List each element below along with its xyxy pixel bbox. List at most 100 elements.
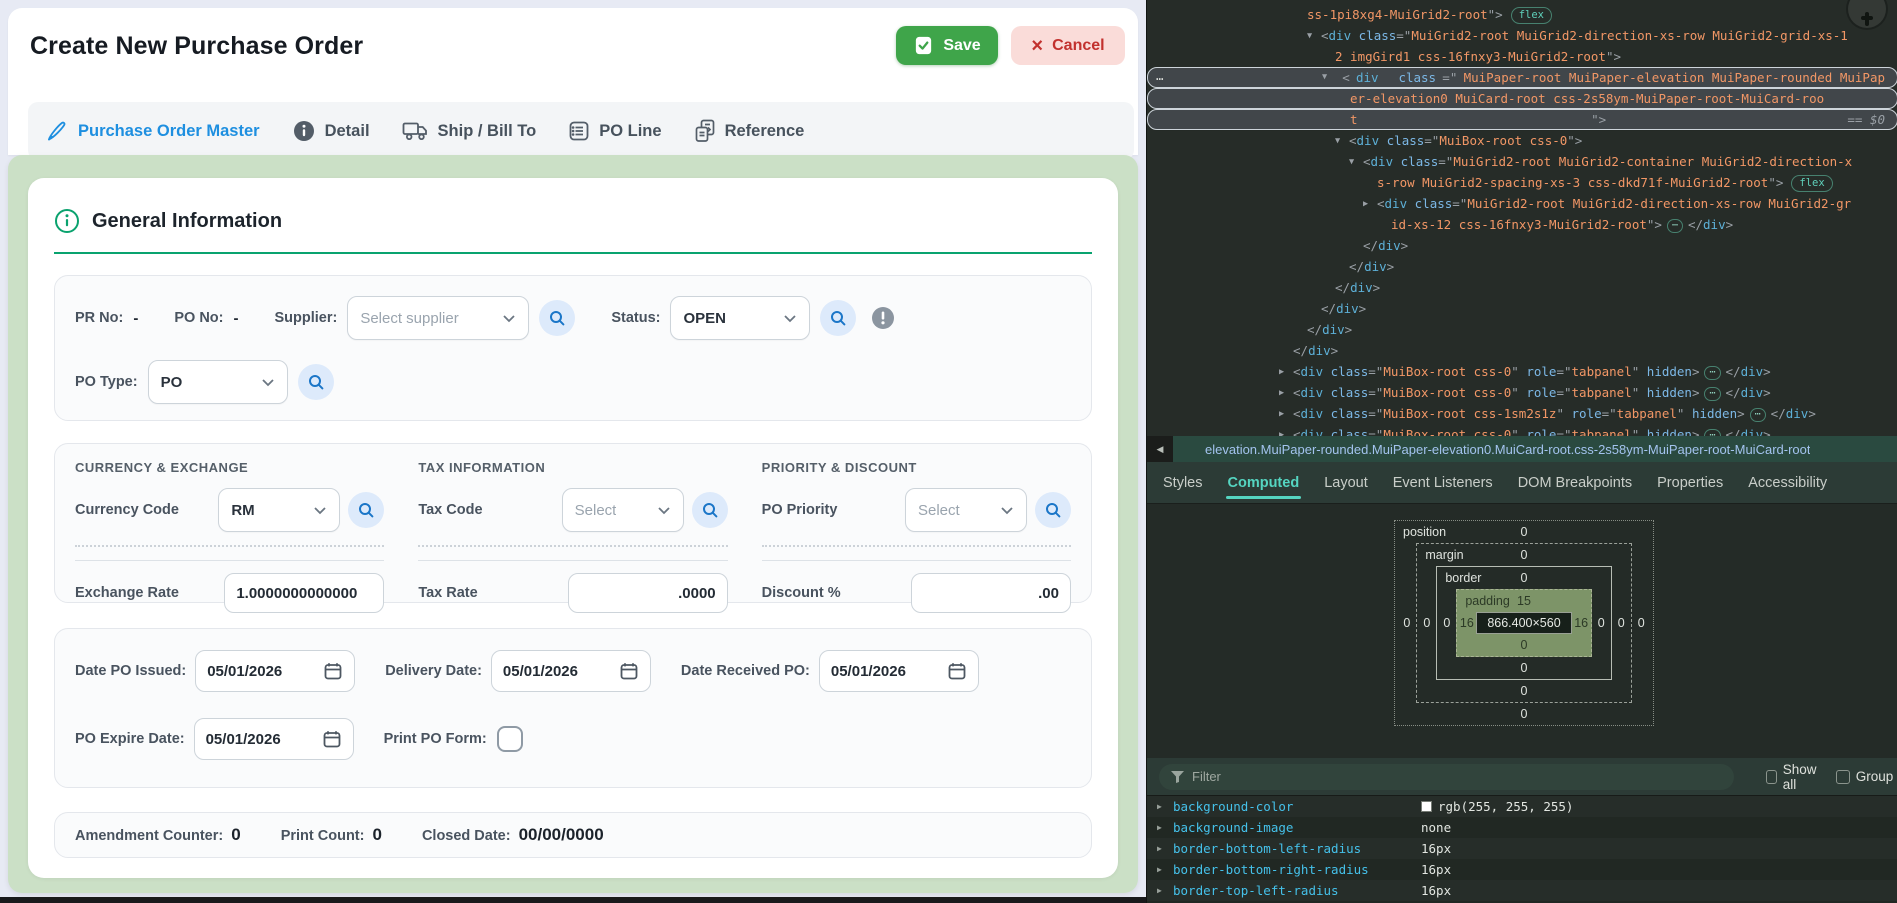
tax-code-search-button[interactable] <box>692 492 728 528</box>
currency-code-select[interactable]: RM <box>218 488 340 532</box>
disclosure-arrow-icon[interactable]: ▶ <box>1157 844 1173 853</box>
dom-tree-row[interactable]: 2 imgGird1 css-16fnxy3-MuiGrid2-root"> <box>1147 46 1897 67</box>
exchange-rate-input[interactable]: 1.0000000000000 <box>224 573 384 613</box>
dom-tree-row[interactable]: ss-1pi8xg4-MuiGrid2-root">flex <box>1147 4 1897 25</box>
dotted-divider <box>75 545 384 547</box>
box-model-margin[interactable]: margin0 0 border0 0 padding15 <box>1416 543 1631 703</box>
filter-input[interactable]: Filter <box>1159 764 1734 790</box>
collapse-arrow-icon[interactable]: ▶ <box>1279 404 1293 425</box>
computed-property-row[interactable]: ▶border-top-left-radius16px <box>1147 880 1897 901</box>
tab-reference[interactable]: Reference <box>691 102 808 160</box>
expand-arrow-icon[interactable]: ▼ <box>1335 131 1349 152</box>
computed-property-row[interactable]: ▶background-colorrgb(255, 255, 255) <box>1147 796 1897 817</box>
dom-tree-row[interactable]: </div> <box>1147 298 1897 319</box>
devtools-tab-dom-breakpoints[interactable]: DOM Breakpoints <box>1518 462 1632 503</box>
disclosure-arrow-icon[interactable]: ▶ <box>1157 802 1173 811</box>
po-priority-select[interactable]: Select <box>905 488 1027 532</box>
currency-code-search-button[interactable] <box>348 492 384 528</box>
po-type-label: PO Type: <box>75 374 138 390</box>
flex-badge[interactable]: flex <box>1511 7 1552 24</box>
dom-tree-row[interactable]: ▶<div class="MuiBox-root css-0" role="ta… <box>1147 382 1897 403</box>
computed-property-row[interactable]: ▶background-imagenone <box>1147 817 1897 838</box>
show-all-checkbox[interactable] <box>1766 770 1777 784</box>
dom-tree-row[interactable]: ▶<div class="MuiBox-root css-1sm2s1z" ro… <box>1147 403 1897 424</box>
dom-tree-row[interactable]: </div> <box>1147 235 1897 256</box>
tab-po-line[interactable]: PO Line <box>565 102 664 160</box>
dom-tree-row[interactable]: er-elevation0 MuiCard-root css-2s58ym-Mu… <box>1147 88 1897 109</box>
devtools-tab-accessibility[interactable]: Accessibility <box>1748 462 1827 503</box>
status-select[interactable]: OPEN <box>670 296 810 340</box>
cancel-button[interactable]: × Cancel <box>1011 26 1125 65</box>
breadcrumb-back-icon[interactable]: ◀ <box>1147 436 1173 462</box>
dom-tree-row[interactable]: t"> == $0 <box>1147 109 1897 130</box>
dates-panel: Date PO Issued:05/01/2026Delivery Date:0… <box>54 628 1092 788</box>
flex-badge[interactable]: flex <box>1791 175 1832 192</box>
po-expire-date-input[interactable]: 05/01/2026 <box>194 718 354 760</box>
row-actions-icon[interactable]: ⋯ <box>1156 68 1165 89</box>
save-button[interactable]: Save <box>896 26 998 65</box>
status-search-button[interactable] <box>820 300 856 336</box>
ellipsis-expand-icon[interactable]: ⋯ <box>1704 429 1720 437</box>
delivery-date-input[interactable]: 05/01/2026 <box>491 650 651 692</box>
tax-code-select[interactable]: Select <box>562 488 684 532</box>
dom-tree-row[interactable]: ▼<div class="MuiBox-root css-0"> <box>1147 130 1897 151</box>
devtools-tab-properties[interactable]: Properties <box>1657 462 1723 503</box>
computed-property-row[interactable]: ▶border-bottom-right-radius16px <box>1147 859 1897 880</box>
ellipsis-expand-icon[interactable]: ⋯ <box>1704 387 1720 401</box>
po-type-select[interactable]: PO <box>148 360 288 404</box>
dom-tree-row[interactable]: id-xs-12 css-16fnxy3-MuiGrid2-root">⋯</d… <box>1147 214 1897 235</box>
devtools-tab-event-listeners[interactable]: Event Listeners <box>1393 462 1493 503</box>
tab-detail[interactable]: Detail <box>289 102 373 160</box>
box-model-position[interactable]: position0 0 margin0 0 border0 0 <box>1394 520 1654 726</box>
devtools-tab-layout[interactable]: Layout <box>1324 462 1368 503</box>
devtools-tab-computed[interactable]: Computed <box>1228 462 1300 503</box>
expand-arrow-icon[interactable]: ▼ <box>1307 26 1321 47</box>
dom-tree-row[interactable]: ⋯▼<div class="MuiPaper-root MuiPaper-ele… <box>1147 67 1897 88</box>
collapse-arrow-icon[interactable]: ▶ <box>1279 383 1293 404</box>
supplier-select[interactable]: Select supplier <box>347 296 529 340</box>
computed-property-row[interactable]: ▶border-bottom-left-radius16px <box>1147 838 1897 859</box>
dom-tree-row[interactable]: s-row MuiGrid2-spacing-xs-3 css-dkd71f-M… <box>1147 172 1897 193</box>
dom-tree-row[interactable]: </div> <box>1147 319 1897 340</box>
dom-tree-row[interactable]: ▼<div class="MuiGrid2-root MuiGrid2-cont… <box>1147 151 1897 172</box>
date-received-po-input[interactable]: 05/01/2026 <box>819 650 979 692</box>
tab-purchase-order-master[interactable]: Purchase Order Master <box>42 102 263 160</box>
disclosure-arrow-icon[interactable]: ▶ <box>1157 865 1173 874</box>
collapse-arrow-icon[interactable]: ▶ <box>1279 362 1293 383</box>
tax-rate-input[interactable]: .0000 <box>568 573 728 613</box>
discount-input[interactable]: .00 <box>911 573 1071 613</box>
ellipsis-expand-icon[interactable]: ⋯ <box>1704 366 1720 380</box>
dom-tree-row[interactable]: </div> <box>1147 256 1897 277</box>
devtools-tab-styles[interactable]: Styles <box>1163 462 1203 503</box>
code-segment <box>1385 67 1393 88</box>
dom-tree-row[interactable]: </div> <box>1147 340 1897 361</box>
print-po-form-checkbox[interactable] <box>497 726 523 752</box>
collapse-arrow-icon[interactable]: ▶ <box>1279 425 1293 436</box>
po-type-search-button[interactable] <box>298 364 334 400</box>
date-po-issued-input[interactable]: 05/01/2026 <box>195 650 355 692</box>
tab-ship-bill-to[interactable]: Ship / Bill To <box>399 102 540 160</box>
dom-tree-row[interactable]: ▶<div class="MuiGrid2-root MuiGrid2-dire… <box>1147 193 1897 214</box>
disclosure-arrow-icon[interactable]: ▶ <box>1157 823 1173 832</box>
collapse-arrow-icon[interactable]: ▶ <box>1363 194 1377 215</box>
property-name: background-color <box>1173 799 1421 814</box>
ellipsis-expand-icon[interactable]: ⋯ <box>1667 219 1683 233</box>
disclosure-arrow-icon[interactable]: ▶ <box>1157 886 1173 895</box>
expand-arrow-icon[interactable]: ▼ <box>1322 67 1336 88</box>
counter-label: Closed Date: <box>422 828 511 844</box>
dom-tree-row[interactable]: ▼<div class="MuiGrid2-root MuiGrid2-dire… <box>1147 25 1897 46</box>
expand-arrow-icon[interactable]: ▼ <box>1349 152 1363 173</box>
ellipsis-expand-icon[interactable]: ⋯ <box>1750 408 1766 422</box>
box-model-border[interactable]: border0 0 padding15 16 866.400×560 16 <box>1436 566 1611 680</box>
dom-tree-row[interactable]: ▶<div class="MuiBox-root css-0" role="ta… <box>1147 361 1897 382</box>
group-checkbox[interactable] <box>1836 770 1850 784</box>
supplier-search-button[interactable] <box>539 300 575 336</box>
code-segment: role <box>1526 427 1556 436</box>
box-model-content[interactable]: 866.400×560 <box>1476 612 1571 634</box>
code-segment: "> <box>1488 7 1503 22</box>
code-segment: </ <box>1321 301 1336 316</box>
po-priority-search-button[interactable] <box>1035 492 1071 528</box>
dom-tree-row[interactable]: ▶<div class="MuiBox-root css-0" role="ta… <box>1147 424 1897 436</box>
dom-tree-row[interactable]: </div> <box>1147 277 1897 298</box>
box-model-padding[interactable]: padding15 16 866.400×560 16 0 <box>1456 589 1591 657</box>
